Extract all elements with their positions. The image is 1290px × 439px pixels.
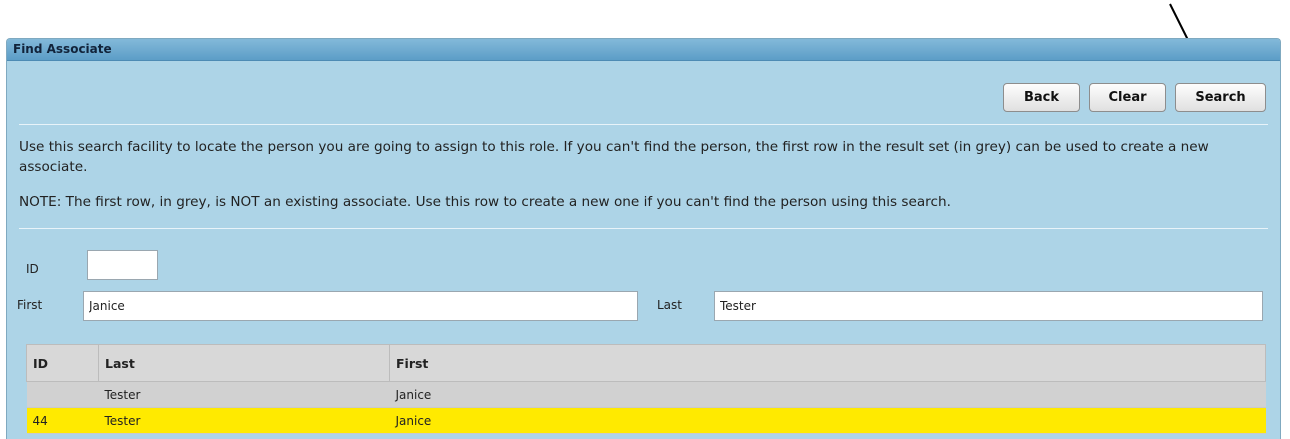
cell-last: Tester	[98, 407, 390, 434]
column-header-last[interactable]: Last	[98, 344, 390, 382]
results-table: ID Last First Tester Janice 44 Tester Ja…	[26, 344, 1266, 434]
find-associate-panel: Find Associate Back Clear Search Use thi…	[6, 38, 1281, 439]
divider	[19, 124, 1268, 125]
cell-first: Janice	[389, 381, 1266, 408]
search-button[interactable]: Search	[1175, 83, 1266, 112]
help-text-note: NOTE: The first row, in grey, is NOT an …	[19, 194, 951, 210]
column-header-first[interactable]: First	[389, 344, 1266, 382]
id-label: ID	[26, 262, 39, 276]
cell-id: 44	[26, 407, 99, 434]
cell-first: Janice	[389, 407, 1266, 434]
first-name-input[interactable]	[83, 291, 638, 321]
first-name-label: First	[17, 298, 43, 312]
column-header-id[interactable]: ID	[26, 344, 99, 382]
id-input[interactable]	[87, 250, 158, 280]
clear-button[interactable]: Clear	[1089, 83, 1166, 112]
cell-id	[26, 381, 99, 408]
toolbar: Back Clear Search	[1003, 83, 1266, 112]
cell-last: Tester	[98, 381, 390, 408]
table-row[interactable]: 44 Tester Janice	[26, 407, 1266, 434]
last-name-label: Last	[657, 298, 682, 312]
divider	[19, 228, 1268, 229]
back-button[interactable]: Back	[1003, 83, 1080, 112]
table-row-new-associate[interactable]: Tester Janice	[26, 381, 1266, 408]
help-text-instructions: Use this search facility to locate the p…	[19, 139, 1209, 175]
results-header-row: ID Last First	[26, 344, 1266, 382]
last-name-input[interactable]	[714, 291, 1263, 321]
panel-title: Find Associate	[7, 39, 1280, 61]
